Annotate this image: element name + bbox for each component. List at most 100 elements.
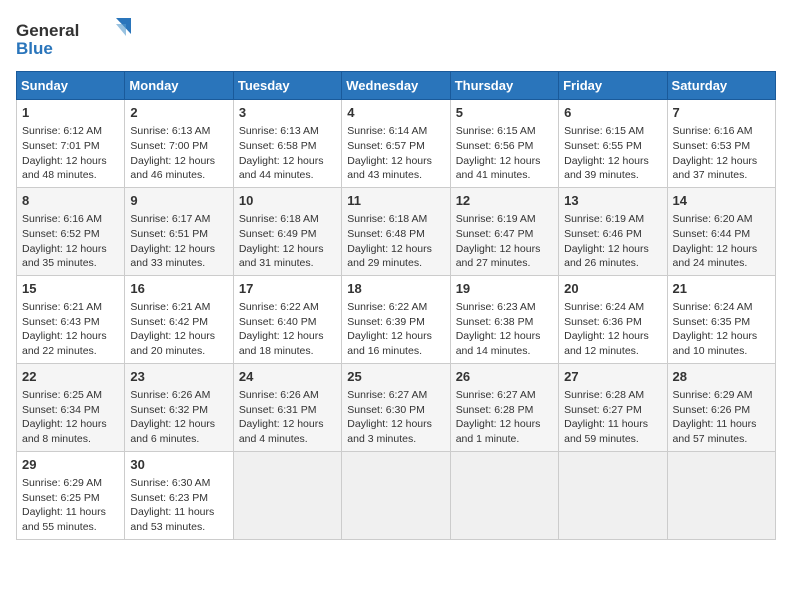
day-number: 17 (239, 280, 336, 298)
day-info: Sunrise: 6:24 AM (673, 300, 770, 315)
calendar-cell: 23Sunrise: 6:26 AMSunset: 6:32 PMDayligh… (125, 363, 233, 451)
day-number: 24 (239, 368, 336, 386)
day-info: Daylight: 12 hours (564, 154, 661, 169)
calendar-cell: 18Sunrise: 6:22 AMSunset: 6:39 PMDayligh… (342, 275, 450, 363)
day-info: and 39 minutes. (564, 168, 661, 183)
day-info: Sunset: 7:01 PM (22, 139, 119, 154)
day-info: Daylight: 12 hours (456, 154, 553, 169)
day-number: 3 (239, 104, 336, 122)
day-info: Sunset: 6:28 PM (456, 403, 553, 418)
day-info: Sunset: 6:43 PM (22, 315, 119, 330)
day-info: Sunset: 6:39 PM (347, 315, 444, 330)
day-info: Sunrise: 6:17 AM (130, 212, 227, 227)
day-number: 7 (673, 104, 770, 122)
page-header: General Blue (16, 16, 776, 61)
day-number: 15 (22, 280, 119, 298)
day-info: Sunrise: 6:13 AM (239, 124, 336, 139)
day-info: Sunrise: 6:14 AM (347, 124, 444, 139)
day-info: Daylight: 11 hours (673, 417, 770, 432)
day-info: and 26 minutes. (564, 256, 661, 271)
day-info: and 44 minutes. (239, 168, 336, 183)
day-info: Sunset: 6:25 PM (22, 491, 119, 506)
day-info: Daylight: 12 hours (347, 154, 444, 169)
day-number: 11 (347, 192, 444, 210)
day-info: Daylight: 12 hours (347, 417, 444, 432)
day-number: 27 (564, 368, 661, 386)
day-info: and 46 minutes. (130, 168, 227, 183)
day-info: Sunrise: 6:23 AM (456, 300, 553, 315)
day-info: Sunset: 6:48 PM (347, 227, 444, 242)
day-info: Sunrise: 6:19 AM (564, 212, 661, 227)
weekday-header-thursday: Thursday (450, 72, 558, 100)
calendar-cell: 22Sunrise: 6:25 AMSunset: 6:34 PMDayligh… (17, 363, 125, 451)
day-info: and 53 minutes. (130, 520, 227, 535)
svg-text:Blue: Blue (16, 39, 53, 58)
day-info: and 55 minutes. (22, 520, 119, 535)
calendar-cell: 20Sunrise: 6:24 AMSunset: 6:36 PMDayligh… (559, 275, 667, 363)
day-number: 28 (673, 368, 770, 386)
day-info: Sunset: 7:00 PM (130, 139, 227, 154)
day-info: Sunset: 6:30 PM (347, 403, 444, 418)
day-info: and 12 minutes. (564, 344, 661, 359)
day-number: 9 (130, 192, 227, 210)
day-info: Sunset: 6:40 PM (239, 315, 336, 330)
day-number: 12 (456, 192, 553, 210)
day-info: Sunset: 6:27 PM (564, 403, 661, 418)
day-number: 8 (22, 192, 119, 210)
calendar-cell: 9Sunrise: 6:17 AMSunset: 6:51 PMDaylight… (125, 187, 233, 275)
calendar-cell (559, 451, 667, 539)
day-info: Sunset: 6:23 PM (130, 491, 227, 506)
day-number: 4 (347, 104, 444, 122)
calendar-cell: 13Sunrise: 6:19 AMSunset: 6:46 PMDayligh… (559, 187, 667, 275)
day-info: Sunrise: 6:12 AM (22, 124, 119, 139)
calendar-cell: 11Sunrise: 6:18 AMSunset: 6:48 PMDayligh… (342, 187, 450, 275)
calendar-cell: 4Sunrise: 6:14 AMSunset: 6:57 PMDaylight… (342, 100, 450, 188)
calendar-cell: 19Sunrise: 6:23 AMSunset: 6:38 PMDayligh… (450, 275, 558, 363)
day-number: 29 (22, 456, 119, 474)
calendar-cell: 29Sunrise: 6:29 AMSunset: 6:25 PMDayligh… (17, 451, 125, 539)
calendar-cell: 1Sunrise: 6:12 AMSunset: 7:01 PMDaylight… (17, 100, 125, 188)
day-info: Sunset: 6:34 PM (22, 403, 119, 418)
calendar-cell: 26Sunrise: 6:27 AMSunset: 6:28 PMDayligh… (450, 363, 558, 451)
day-number: 18 (347, 280, 444, 298)
day-number: 6 (564, 104, 661, 122)
logo-mark: General Blue (16, 16, 136, 61)
day-info: Daylight: 12 hours (673, 154, 770, 169)
day-info: Sunset: 6:44 PM (673, 227, 770, 242)
day-info: and 20 minutes. (130, 344, 227, 359)
day-info: Daylight: 12 hours (239, 154, 336, 169)
calendar-cell (233, 451, 341, 539)
day-info: Sunrise: 6:24 AM (564, 300, 661, 315)
day-number: 19 (456, 280, 553, 298)
calendar-cell (667, 451, 775, 539)
day-info: and 18 minutes. (239, 344, 336, 359)
day-number: 13 (564, 192, 661, 210)
day-info: and 35 minutes. (22, 256, 119, 271)
day-info: and 29 minutes. (347, 256, 444, 271)
day-info: Daylight: 12 hours (673, 329, 770, 344)
day-info: and 31 minutes. (239, 256, 336, 271)
day-info: Daylight: 11 hours (22, 505, 119, 520)
weekday-header-tuesday: Tuesday (233, 72, 341, 100)
calendar-cell: 15Sunrise: 6:21 AMSunset: 6:43 PMDayligh… (17, 275, 125, 363)
calendar-cell: 5Sunrise: 6:15 AMSunset: 6:56 PMDaylight… (450, 100, 558, 188)
calendar-table: SundayMondayTuesdayWednesdayThursdayFrid… (16, 71, 776, 540)
day-info: Sunset: 6:35 PM (673, 315, 770, 330)
day-number: 16 (130, 280, 227, 298)
day-info: Daylight: 12 hours (239, 329, 336, 344)
day-info: Daylight: 12 hours (22, 242, 119, 257)
day-info: and 16 minutes. (347, 344, 444, 359)
day-info: Sunset: 6:42 PM (130, 315, 227, 330)
day-info: Daylight: 12 hours (673, 242, 770, 257)
day-info: and 27 minutes. (456, 256, 553, 271)
day-info: and 14 minutes. (456, 344, 553, 359)
day-number: 14 (673, 192, 770, 210)
day-info: Daylight: 12 hours (130, 329, 227, 344)
day-info: Sunset: 6:36 PM (564, 315, 661, 330)
day-info: and 48 minutes. (22, 168, 119, 183)
day-number: 25 (347, 368, 444, 386)
day-number: 10 (239, 192, 336, 210)
day-info: Sunset: 6:49 PM (239, 227, 336, 242)
day-info: Sunrise: 6:25 AM (22, 388, 119, 403)
day-info: Sunrise: 6:15 AM (564, 124, 661, 139)
